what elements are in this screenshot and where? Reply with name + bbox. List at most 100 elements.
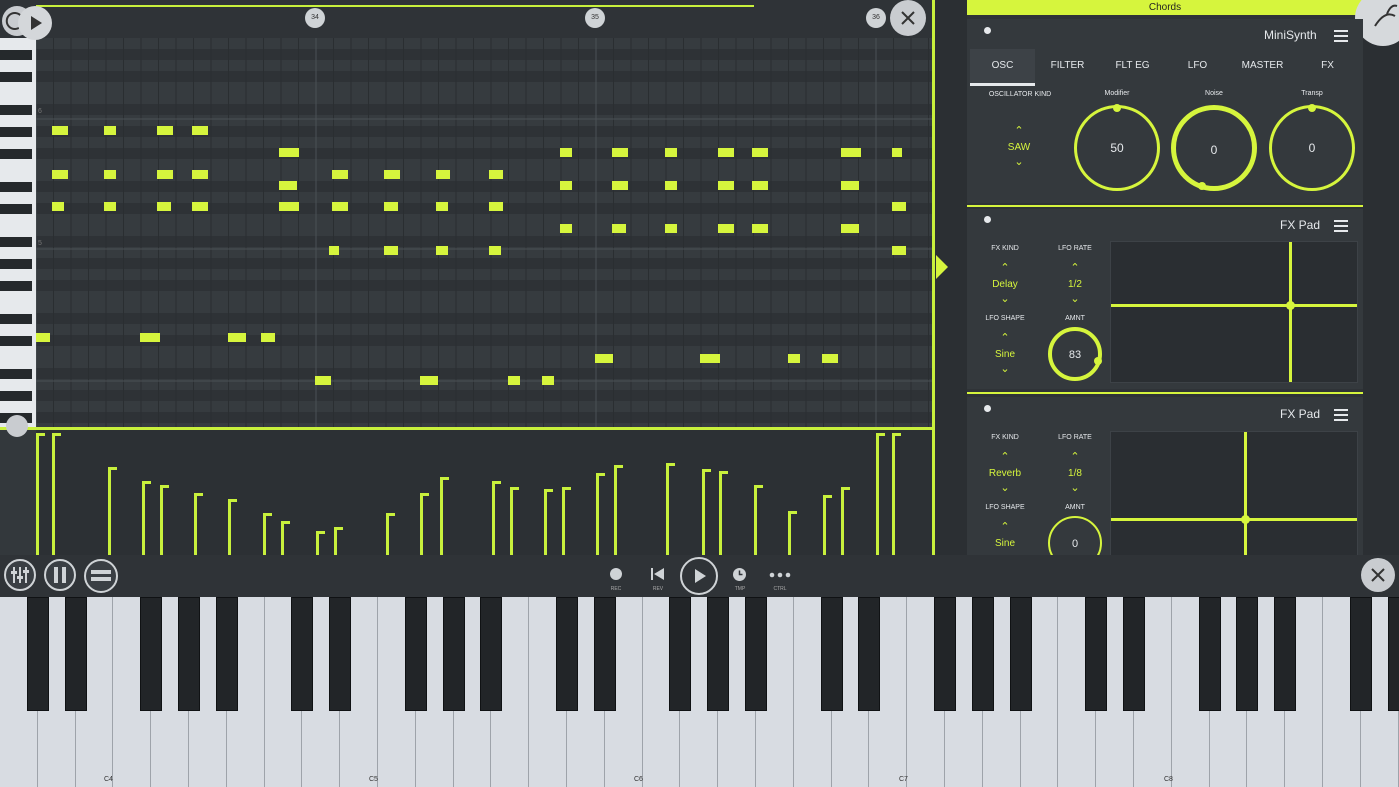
menu-icon[interactable]	[1334, 220, 1348, 232]
timeline-marker[interactable]: 35	[585, 8, 605, 28]
note-block[interactable]	[332, 202, 348, 211]
modifier-knob[interactable]: 50	[1074, 104, 1160, 191]
amnt-knob[interactable]: 0	[1048, 516, 1102, 555]
piano-roll-keys[interactable]	[0, 38, 36, 428]
velocity-bar[interactable]	[263, 513, 266, 555]
note-block[interactable]	[192, 202, 208, 211]
black-key[interactable]	[1236, 597, 1259, 711]
chevron-down-icon[interactable]: ⌄	[990, 483, 1020, 494]
note-block[interactable]	[52, 126, 68, 135]
note-block[interactable]	[822, 354, 838, 363]
velocity-bar[interactable]	[754, 485, 757, 555]
velocity-bar[interactable]	[420, 493, 423, 555]
divider-handle[interactable]	[6, 415, 28, 437]
note-block[interactable]	[841, 181, 859, 190]
note-block[interactable]	[384, 202, 398, 211]
velocity-bar[interactable]	[510, 487, 513, 555]
velocity-bar[interactable]	[386, 513, 389, 555]
black-key[interactable]	[442, 597, 465, 711]
velocity-bar[interactable]	[892, 433, 895, 555]
note-block[interactable]	[752, 224, 768, 233]
mini-black-key[interactable]	[0, 50, 32, 60]
module-power-led[interactable]	[984, 216, 991, 223]
velocity-bar[interactable]	[841, 487, 844, 555]
mini-black-key[interactable]	[0, 259, 32, 269]
note-block[interactable]	[436, 246, 448, 255]
close-keyboard-button[interactable]	[1361, 558, 1395, 592]
note-block[interactable]	[192, 170, 208, 179]
velocity-editor[interactable]	[36, 430, 932, 555]
black-key[interactable]	[1123, 597, 1145, 711]
velocity-bar[interactable]	[492, 481, 495, 555]
play-button[interactable]	[18, 6, 52, 40]
note-block[interactable]	[718, 148, 734, 157]
tab-flt-eg[interactable]: FLT EG	[1100, 49, 1165, 83]
note-block[interactable]	[157, 126, 173, 135]
black-key[interactable]	[178, 597, 200, 711]
expand-arrow-icon[interactable]	[936, 255, 950, 279]
note-block[interactable]	[489, 170, 503, 179]
note-block[interactable]	[612, 181, 628, 190]
mini-black-key[interactable]	[0, 314, 32, 324]
note-block[interactable]	[718, 181, 734, 190]
mini-black-key[interactable]	[0, 182, 32, 192]
timeline-ruler[interactable]: 34 35 36	[0, 0, 935, 38]
fx-kind-value[interactable]: Reverb	[980, 468, 1030, 479]
note-block[interactable]	[788, 354, 800, 363]
black-key[interactable]	[1274, 597, 1297, 711]
mini-black-key[interactable]	[0, 149, 32, 159]
black-key[interactable]	[26, 597, 49, 711]
black-key[interactable]	[669, 597, 692, 711]
lfo-shape-value[interactable]: Sine	[980, 349, 1030, 360]
black-key[interactable]	[215, 597, 238, 711]
chevron-up-icon[interactable]: ⌃	[1060, 263, 1090, 274]
lfo-rate-value[interactable]: 1/2	[1050, 279, 1100, 290]
note-block[interactable]	[841, 224, 859, 233]
velocity-bar[interactable]	[142, 481, 145, 555]
note-block[interactable]	[892, 246, 906, 255]
velocity-bar[interactable]	[823, 495, 826, 555]
note-block[interactable]	[841, 148, 861, 157]
velocity-bar[interactable]	[876, 433, 879, 555]
note-block[interactable]	[261, 333, 275, 342]
mini-black-key[interactable]	[0, 336, 32, 346]
note-block[interactable]	[436, 202, 448, 211]
note-block[interactable]	[892, 148, 902, 157]
note-block[interactable]	[52, 170, 68, 179]
mini-black-key[interactable]	[0, 237, 32, 247]
black-key[interactable]	[707, 597, 730, 711]
note-block[interactable]	[279, 202, 299, 211]
mini-black-key[interactable]	[0, 127, 32, 137]
lfo-shape-value[interactable]: Sine	[980, 538, 1030, 549]
note-block[interactable]	[665, 224, 677, 233]
menu-icon[interactable]	[1334, 409, 1348, 421]
chevron-down-icon[interactable]: ⌄	[990, 294, 1020, 305]
chevron-up-icon[interactable]: ⌃	[1060, 452, 1090, 463]
velocity-bar[interactable]	[440, 477, 443, 555]
module-power-led[interactable]	[984, 27, 991, 34]
note-block[interactable]	[140, 333, 160, 342]
channel-rack-button[interactable]	[44, 559, 76, 591]
note-block[interactable]	[228, 333, 246, 342]
note-block[interactable]	[36, 333, 50, 342]
velocity-bar[interactable]	[194, 493, 197, 555]
piano-roll[interactable]: 34 35 36 6 5	[0, 0, 935, 555]
note-block[interactable]	[489, 202, 503, 211]
black-key[interactable]	[64, 597, 87, 711]
black-key[interactable]	[934, 597, 956, 711]
osc-kind-value[interactable]: SAW	[994, 142, 1044, 153]
black-key[interactable]	[1009, 597, 1032, 711]
chevron-down-icon[interactable]: ⌄	[1060, 483, 1090, 494]
xy-pad-handle[interactable]	[1286, 301, 1295, 310]
note-block[interactable]	[104, 202, 116, 211]
xy-pad-handle[interactable]	[1241, 515, 1250, 524]
tab-fx[interactable]: FX	[1295, 49, 1360, 83]
note-block[interactable]	[420, 376, 438, 385]
tab-filter[interactable]: FILTER	[1035, 49, 1100, 83]
mini-black-key[interactable]	[0, 281, 32, 291]
velocity-bar[interactable]	[316, 531, 319, 555]
note-block[interactable]	[279, 181, 297, 190]
noise-knob[interactable]: 0	[1171, 105, 1257, 191]
timeline-marker[interactable]: 36	[866, 8, 886, 28]
chevron-up-icon[interactable]: ⌃	[990, 452, 1020, 463]
